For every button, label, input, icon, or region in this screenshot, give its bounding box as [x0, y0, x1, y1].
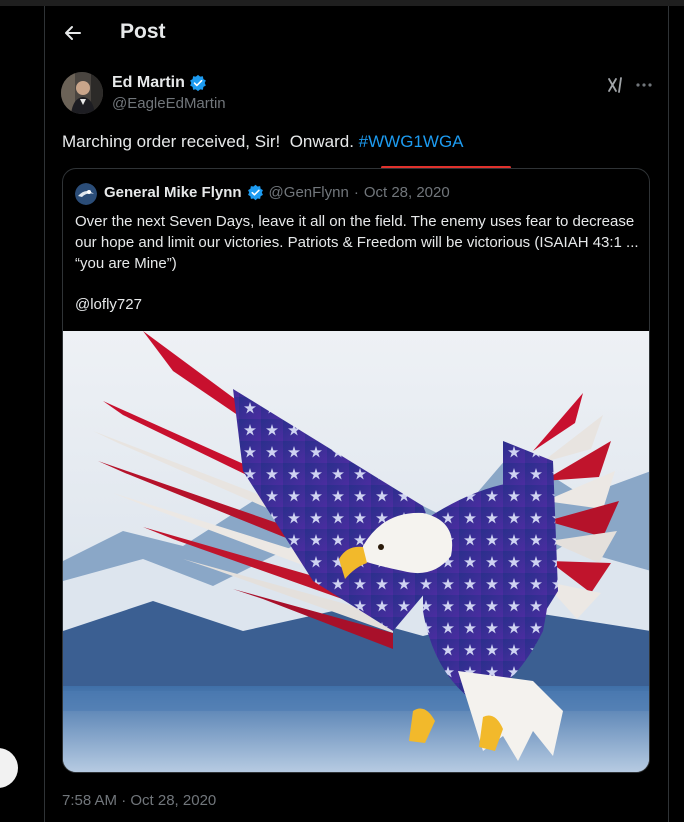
arrow-left-icon [65, 26, 81, 40]
verified-badge-icon [247, 184, 263, 201]
side-circle[interactable] [0, 748, 18, 788]
quote-author-name[interactable]: General Mike Flynn [104, 184, 242, 201]
grok-icon [608, 77, 622, 93]
top-strip [0, 0, 684, 6]
quoted-post[interactable]: General Mike Flynn @GenFlynn · Oct 28, 2… [62, 168, 650, 773]
page-title: Post [120, 20, 166, 43]
author-name[interactable]: Ed Martin [112, 74, 185, 92]
hashtag-link[interactable]: #WWG1WGA [359, 132, 464, 151]
author-avatar[interactable] [61, 72, 103, 114]
quote-text: Over the next Seven Days, leave it all o… [75, 213, 639, 272]
left-border [44, 6, 45, 822]
quote-author-avatar[interactable] [75, 183, 97, 205]
author-name-row[interactable]: Ed Martin [112, 74, 207, 92]
quote-mention[interactable]: @lofly727 [75, 296, 142, 313]
quote-author-handle[interactable]: @GenFlynn [269, 184, 349, 201]
author-handle[interactable]: @EagleEdMartin [112, 95, 226, 112]
back-button[interactable] [60, 20, 86, 46]
quote-header: General Mike Flynn @GenFlynn · Oct 28, 2… [104, 184, 450, 201]
more-icon [636, 83, 652, 87]
post-timestamp[interactable]: 7:58 AM · Oct 28, 2020 [62, 792, 216, 809]
quote-media-image[interactable] [63, 331, 649, 772]
post-text-main: Marching order received, Sir! Onward. [62, 132, 359, 151]
more-button[interactable] [632, 74, 656, 96]
post-text: Marching order received, Sir! Onward. #W… [62, 132, 464, 152]
grok-button[interactable] [604, 74, 628, 96]
verified-badge-icon [190, 74, 206, 92]
right-border [668, 6, 669, 822]
quote-separator: · [353, 184, 359, 201]
quote-date[interactable]: Oct 28, 2020 [364, 184, 450, 201]
